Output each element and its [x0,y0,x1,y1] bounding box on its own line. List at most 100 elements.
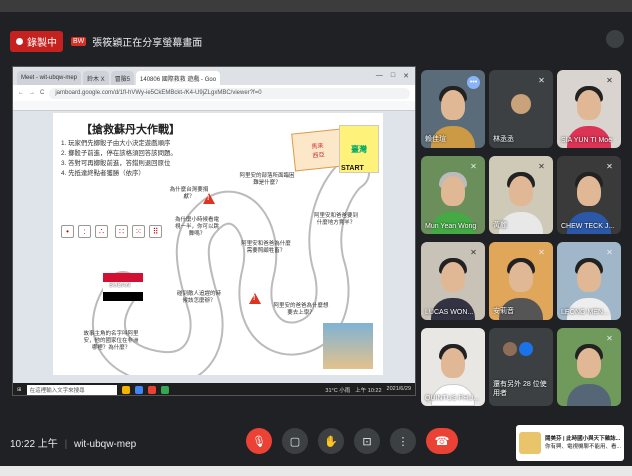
board-question: 故事主角的名字叫阿里安，他的國家位在非洲哪裡？為什麼？ [83,331,139,351]
hang-up-button[interactable]: ☎ [426,428,458,454]
participant-tile[interactable]: ••• 賴佳瑄 [421,70,485,148]
participant-video [441,348,465,378]
participant-tile[interactable]: ✕ 黃麗 [489,156,553,234]
system-tray: 31°C 小雨 上午 10:22 2021/6/29 [325,386,415,394]
others-tile[interactable]: 還有另外 28 位使用者 [489,328,553,406]
jamboard-canvas[interactable]: 【搶救蘇丹大作戰】 1. 玩家們先擲骰子由大小決定遊戲順序 2. 擲骰子前進，停… [53,113,383,375]
participant-name: 賴佳瑄 [425,136,446,143]
meeting-code: wit-ubqw-mep [73,439,137,450]
participant-tile[interactable]: ✕ CHEW TECK J... [557,156,621,234]
participant-video [509,176,533,206]
start-label: START [341,165,364,172]
board-question: 為什麼小時候看電視一半，你可以跳舞嗎？ [175,217,220,237]
participant-name: Mun Yean Wong [425,223,477,230]
meet-top-bar: 錄製中 BW 張筱穎正在分享螢幕畫面 [0,26,632,56]
participant-name: 安莉音 [493,308,514,315]
tray-clock: 上午 10:22 [355,388,382,394]
browser-tab[interactable]: 鈴木 X [83,71,109,85]
browser-tab[interactable]: 冒險5 [110,71,135,85]
mic-off-icon: ✕ [470,248,477,257]
presenter-text: 張筱穎正在分享螢幕畫面 [92,37,203,49]
taskbar-search[interactable]: 在這裡輸入文字來搜尋 [26,385,117,395]
board-question: 阿里安的部落所面臨困難是什麼？ [239,173,295,186]
participant-name: 黃麗 [493,222,507,229]
url-field[interactable]: jamboard.google.com/d/1fl-hVWy-ie5CkEMBc… [49,87,410,99]
camera-button[interactable]: ▢ [282,428,308,454]
raise-hand-button[interactable]: ✋ [318,428,344,454]
meet-window: { "meeting": { "recording_label": "錄製中",… [0,0,632,476]
address-bar: ← → C jamboard.google.com/d/1fl-hVWy-ie5… [13,85,415,101]
participant-video [441,90,465,120]
speaking-icon: ••• [467,76,480,89]
board-question: 阿里安和爸爸要到什麼地方賣羊？ [313,213,358,226]
minimize-icon[interactable]: — [376,72,383,80]
participant-tile[interactable]: ✕ SIA YUN TI Moe [557,70,621,148]
participant-tile[interactable]: ✕ 安莉音 [489,242,553,320]
more-options-top-button[interactable] [606,30,624,48]
board-question: 阿里安和爸爸為什麼需要照顧牲畜？ [241,241,291,254]
participant-avatar [511,94,531,114]
recording-indicator[interactable]: 錄製中 [10,30,63,52]
browser-tab[interactable]: Meet - wit-ubqw-mep [17,71,82,85]
mic-off-icon: ✕ [538,76,545,85]
mic-off-icon: ✕ [606,76,613,85]
meeting-time: 10:22 上午 [10,439,58,450]
mic-off-icon: ✕ [606,334,613,343]
mic-off-icon: ✕ [606,162,613,171]
avatar [503,342,517,356]
participant-video [441,262,465,292]
app-icon[interactable] [160,386,169,394]
participant-video [577,90,601,120]
participant-tile[interactable]: ✕ [557,328,621,406]
participant-name: SIA YUN TI Moe [561,137,613,144]
participant-video [509,262,533,292]
participant-tile[interactable]: ✕ LUCAS WON... [421,242,485,320]
window-controls: — □ ✕ [376,72,415,80]
participant-video [577,348,601,378]
windows-start-icon[interactable]: ⊞ [17,387,22,393]
browser-tab-strip: Meet - wit-ubqw-mep 鈴木 X 冒險5 140806 國際救救… [13,67,415,85]
notification-toast[interactable]: 閱美芬 | 此時國小與天下雜誌... 你有興、電視機聊不能用、看... [516,425,624,461]
divider: | [64,439,68,450]
participant-name: CHEW TECK J... [561,223,615,230]
chrome-icon[interactable] [134,386,143,394]
tray-date: 2021/6/29 [386,386,411,392]
back-icon[interactable]: ← [18,90,24,96]
mic-off-icon: ✕ [538,162,545,171]
file-explorer-icon[interactable] [121,386,130,394]
reload-icon[interactable]: C [40,90,44,96]
notification-title: 閱美芬 | 此時國小與天下雜誌... [545,436,621,442]
present-button[interactable]: ⊡ [354,428,380,454]
record-dot-icon [16,37,23,45]
mic-off-icon: ✕ [606,248,613,257]
shared-screen: Meet - wit-ubqw-mep 鈴木 X 冒險5 140806 國際救救… [12,66,416,396]
presenter-info: BW 張筱穎正在分享螢幕畫面 [71,34,202,49]
warning-icon [249,293,261,304]
participant-tile[interactable]: ✕ Mun Yean Wong [421,156,485,234]
participant-tile[interactable]: ✕ LEONG MEN... [557,242,621,320]
more-options-button[interactable]: ⋮ [390,428,416,454]
illustration-image [323,323,373,369]
participant-name: LEONG MEN... [561,309,609,316]
avatar [519,342,533,356]
weather-text: 31°C 小雨 [325,388,351,394]
board-question: 為什麼台灣要捐獻？ [169,187,209,200]
mic-off-button[interactable]: 🎙 [246,428,272,454]
call-controls: 🎙 ▢ ✋ ⊡ ⋮ ☎ [246,428,458,454]
participant-video [441,176,465,206]
app-icon[interactable] [147,386,156,394]
forward-icon[interactable]: → [29,90,35,96]
presenter-avatar-icon: BW [71,36,87,46]
participant-tile[interactable]: ✕ 林丞丞 [489,70,553,148]
close-icon[interactable]: ✕ [403,72,409,80]
maximize-icon[interactable]: □ [391,72,395,80]
bookmarks-bar [13,101,415,111]
board-question: 碰到敵人追趕的時候該怎麼辦？ [177,291,222,304]
participant-tile[interactable]: QUINTUS PHU... [421,328,485,406]
os-taskbar-strip [0,466,632,476]
browser-tab-active[interactable]: 140806 國際救救 遊戲 - Goo [136,71,221,85]
participant-video [567,384,611,406]
board-question: 阿里安的爸爸為什麼想要去上學？ [273,303,329,316]
participant-name: LUCAS WON... [425,309,474,316]
participant-name: 林丞丞 [493,136,514,143]
